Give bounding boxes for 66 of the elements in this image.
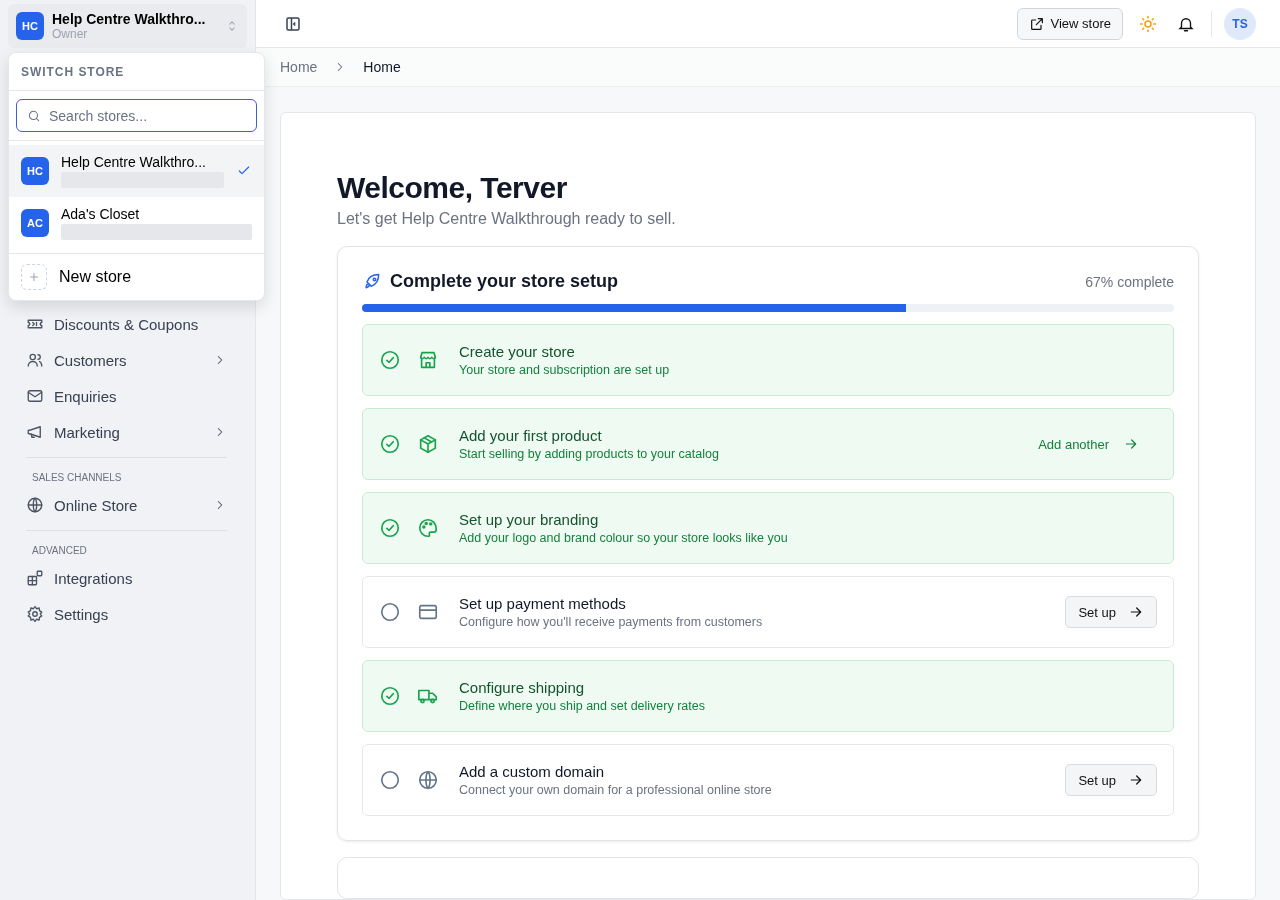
dropdown-heading: SWITCH STORE bbox=[9, 53, 264, 91]
step-title: Add a custom domain bbox=[459, 763, 606, 780]
empty-circle-icon bbox=[379, 769, 401, 791]
breadcrumb: Home bbox=[363, 59, 401, 76]
store-role: Owner bbox=[52, 27, 89, 41]
step-title: Add your first product bbox=[459, 427, 603, 444]
plus-icon bbox=[27, 270, 41, 284]
sidebar-item[interactable]: Enquiries bbox=[26, 378, 227, 414]
globe-icon bbox=[417, 769, 439, 791]
store-avatar: HC bbox=[16, 12, 44, 40]
section-heading: ADVANCED bbox=[32, 545, 88, 556]
check-circle-icon bbox=[379, 685, 401, 707]
sidebar-item[interactable]: Online Store bbox=[26, 487, 227, 523]
empty-circle-icon bbox=[379, 601, 401, 623]
store-option[interactable]: HC Help Centre Walkthro... bbox=[9, 145, 264, 197]
store-name: Help Centre Walkthro... bbox=[52, 11, 207, 27]
welcome-subtitle: Let's get Help Centre Walkthrough ready to sell. bbox=[337, 210, 677, 228]
set-up-button[interactable]: Set up bbox=[1065, 764, 1157, 796]
step-description: Define where you ship and set delivery rates bbox=[459, 699, 706, 713]
external-link-icon bbox=[1028, 15, 1045, 32]
gear-icon bbox=[26, 605, 44, 623]
store-name: Help Centre Walkthro... bbox=[61, 154, 207, 170]
set-up-button[interactable]: Set up bbox=[1065, 596, 1157, 628]
step-title: Create your store bbox=[459, 343, 576, 360]
user-avatar[interactable]: TS bbox=[1224, 7, 1256, 40]
check-circle-icon bbox=[379, 349, 401, 371]
setup-title: Complete your store setup bbox=[390, 271, 620, 292]
sidebar-item[interactable]: Marketing bbox=[26, 414, 227, 450]
sidebar-item[interactable]: Settings bbox=[26, 596, 227, 632]
search-field[interactable]: Search stores... bbox=[16, 99, 257, 132]
step-description: Start selling by adding products to your catalog bbox=[459, 447, 720, 461]
sidebar-item[interactable]: Discounts & Coupons bbox=[26, 306, 227, 342]
store-name: Ada's Closet bbox=[61, 206, 141, 222]
new-store-button[interactable]: New store bbox=[9, 254, 264, 300]
progress-text: 67% complete bbox=[1085, 273, 1174, 290]
arrow-right-icon bbox=[1123, 436, 1139, 452]
sidebar-item[interactable]: Customers bbox=[26, 342, 227, 378]
megaphone-icon bbox=[26, 423, 44, 441]
blocks-icon bbox=[26, 569, 44, 587]
step-description: Add your logo and brand colour so your store looks like you bbox=[459, 531, 789, 545]
step-description: Your store and subscription are set up bbox=[459, 363, 671, 377]
step-description: Connect your own domain for a professional online store bbox=[459, 783, 773, 797]
step-title: Set up your branding bbox=[459, 511, 600, 528]
check-circle-icon bbox=[379, 517, 401, 539]
mail-icon bbox=[26, 387, 44, 405]
view-store-button[interactable]: View store bbox=[1016, 7, 1123, 40]
store-option[interactable]: AC Ada's Closet bbox=[9, 197, 264, 249]
arrow-right-icon bbox=[1128, 772, 1144, 788]
arrow-right-icon bbox=[1128, 604, 1144, 620]
step-title: Configure shipping bbox=[459, 679, 586, 696]
check-circle-icon bbox=[379, 433, 401, 455]
breadcrumb[interactable]: Home bbox=[280, 59, 318, 76]
welcome-title: Welcome, Terver bbox=[337, 171, 568, 205]
step-title: Set up payment methods bbox=[459, 595, 627, 612]
store-switcher[interactable]: HC Help Centre Walkthro... Owner bbox=[8, 4, 247, 48]
storefront-icon bbox=[417, 349, 439, 371]
globe-icon bbox=[26, 496, 44, 514]
section-heading: SALES CHANNELS bbox=[32, 472, 123, 483]
palette-icon bbox=[417, 517, 439, 539]
add-another-link[interactable]: Add another bbox=[1032, 435, 1145, 453]
sidebar-item[interactable]: Integrations bbox=[26, 560, 227, 596]
package-icon bbox=[417, 433, 439, 455]
store-avatar: HC bbox=[21, 157, 49, 185]
store-avatar: AC bbox=[21, 209, 49, 237]
step-description: Configure how you'll receive payments from customers bbox=[459, 615, 764, 629]
users-icon bbox=[26, 351, 44, 369]
